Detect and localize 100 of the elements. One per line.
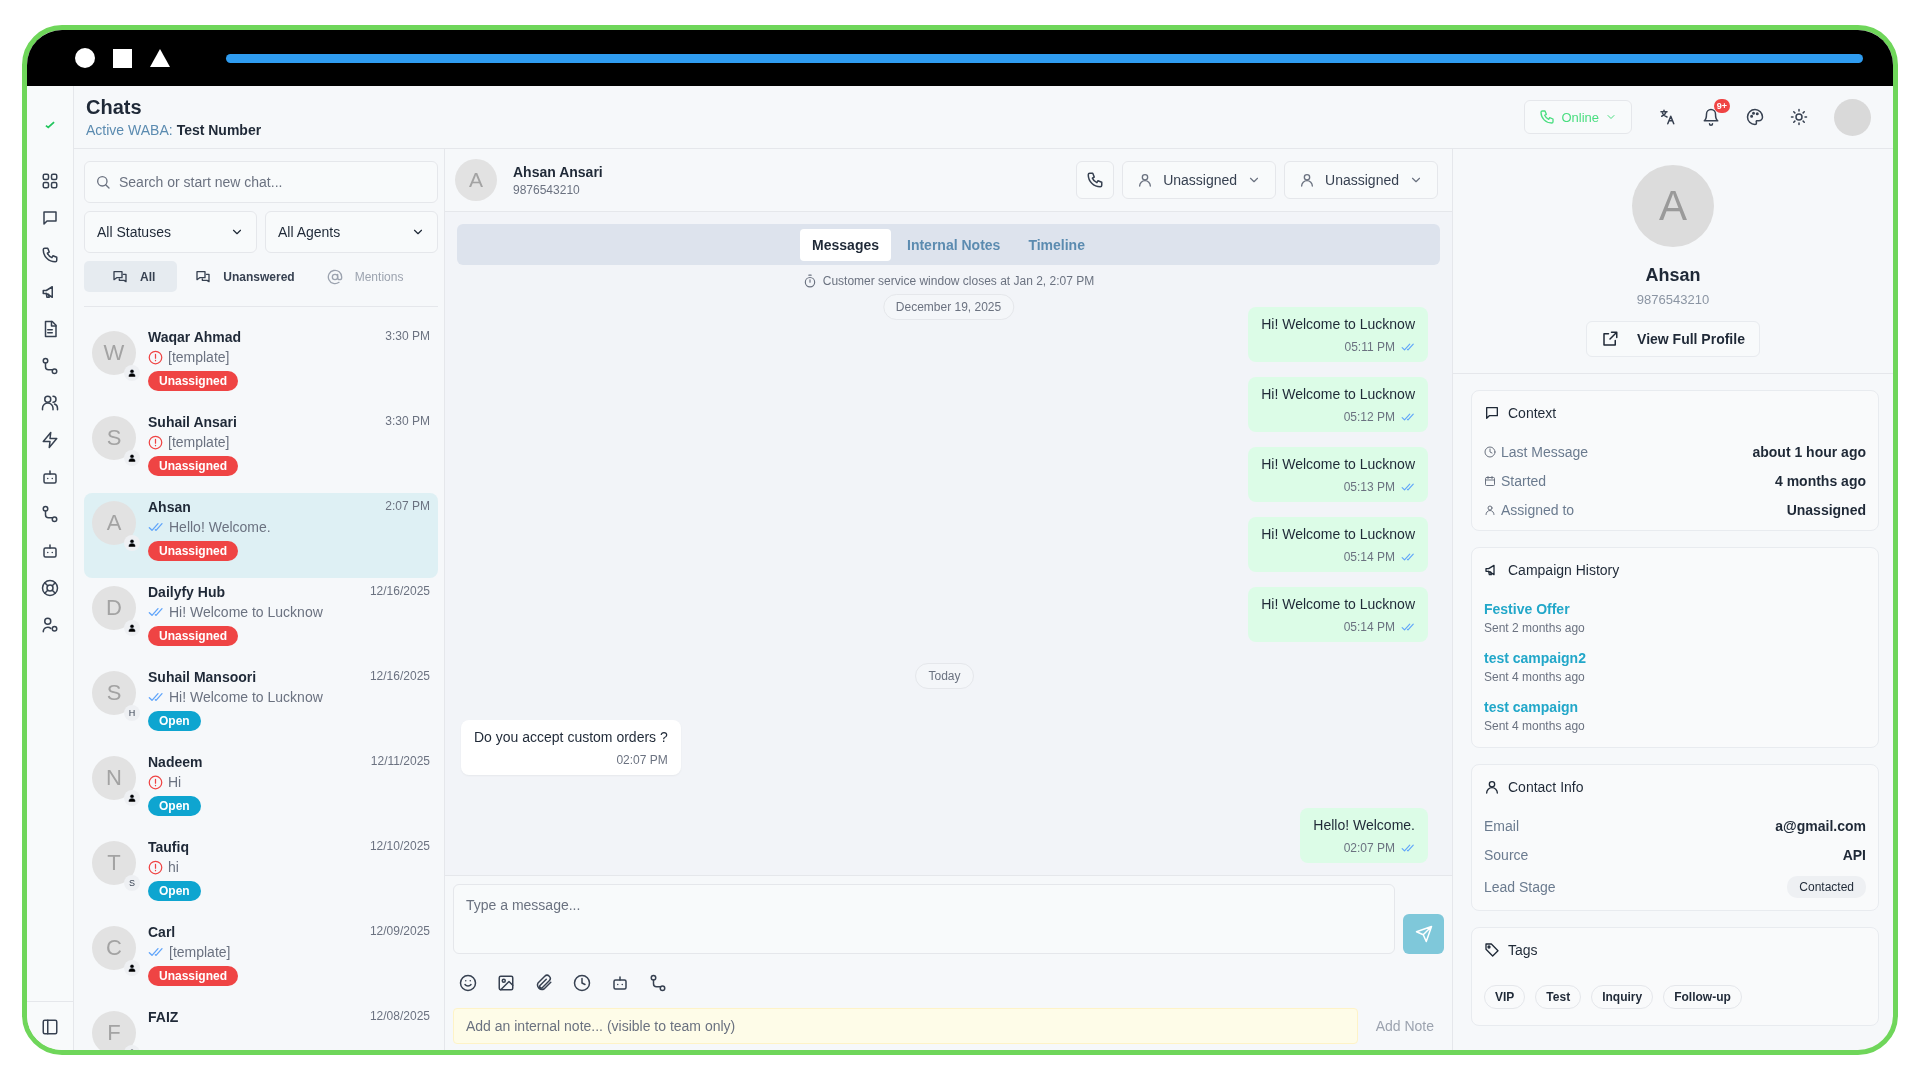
external-link-icon	[1601, 330, 1620, 348]
profile-avatar: A	[1632, 165, 1714, 247]
message-text: Hi! Welcome to Lucknow	[1261, 456, 1415, 472]
message-preview: [template]	[169, 944, 231, 960]
notification-icon[interactable]	[1702, 108, 1720, 126]
message-preview: hi	[168, 859, 179, 875]
route-icon[interactable]	[41, 505, 59, 523]
chat-list-item[interactable]: C Carl 12/09/2025 [template] Unassigned	[84, 918, 438, 1003]
lead-stage-badge: Contacted	[1787, 876, 1866, 898]
field-value: API	[1842, 847, 1866, 863]
status-badge: Unassigned	[148, 966, 238, 986]
image-icon[interactable]	[497, 974, 515, 992]
message-preview: Hi	[168, 774, 182, 790]
message-preview: Hi! Welcome to Lucknow	[169, 604, 323, 620]
lifebuoy-icon[interactable]	[41, 579, 59, 597]
route-icon[interactable]	[41, 357, 59, 375]
filter-dropdown[interactable]: All Statuses	[84, 211, 257, 253]
card-title: Tags	[1508, 942, 1538, 958]
route-icon[interactable]	[649, 974, 667, 992]
field-label: Assigned to	[1501, 502, 1575, 518]
contact-name: Suhail Ansari	[148, 414, 237, 430]
chat-list-item[interactable]: S Suhail Ansari 3:30 PM [template] Unassigned	[84, 408, 438, 493]
chat-icon	[1484, 405, 1500, 421]
chat-time: 12/16/2025	[369, 584, 430, 600]
theme-icon[interactable]	[1790, 108, 1808, 126]
user-settings-icon[interactable]	[41, 616, 59, 634]
message-preview: Hi! Welcome to Lucknow	[169, 689, 323, 705]
contact-avatar: S	[92, 416, 136, 460]
status-badge: Unassigned	[148, 456, 238, 476]
contact-name: Carl	[148, 924, 176, 940]
notification-badge: 9+	[1713, 99, 1730, 113]
emoji-icon[interactable]	[459, 974, 477, 992]
robot-icon[interactable]	[41, 468, 59, 486]
filter-tab[interactable]: Unanswered	[181, 261, 309, 292]
users-icon[interactable]	[41, 394, 59, 412]
campaign-sent-time: Sent 4 months ago	[1484, 719, 1586, 733]
message-time: 05:14 PM	[1343, 620, 1395, 634]
message-input[interactable]: Type a message...	[453, 884, 1395, 954]
at-sign-icon	[326, 268, 343, 285]
dashboard-icon[interactable]	[41, 172, 59, 190]
phone-icon[interactable]	[41, 246, 59, 264]
contact-name: Suhail Mansoori	[148, 669, 257, 685]
contact-avatar: A	[92, 501, 136, 545]
assign-dropdown[interactable]: Unassigned	[1122, 161, 1277, 199]
waba-label: Active WABA:	[86, 122, 173, 138]
agent-badge: H	[124, 705, 140, 721]
contact-name: Nadeem	[148, 754, 203, 770]
chat-list-item[interactable]: S H Suhail Mansoori 12/16/2025 Hi! Welcome to Lucknow Open	[84, 663, 438, 748]
tag-icon	[1484, 942, 1500, 958]
chat-list-item[interactable]: W Waqar Ahmad 3:30 PM [template] Unassigned	[84, 323, 438, 408]
contact-avatar: C	[92, 926, 136, 970]
message-text: Hi! Welcome to Lucknow	[1261, 386, 1415, 402]
contact-name: FAIZ	[148, 1009, 179, 1025]
field-label: Email	[1484, 818, 1519, 834]
status-badge: Unassigned	[148, 626, 238, 646]
card-title: Contact Info	[1508, 779, 1584, 795]
sidebar-toggle-icon[interactable]	[41, 1018, 59, 1036]
profile-phone: 9876543210	[1636, 292, 1710, 307]
paperclip-icon[interactable]	[535, 974, 553, 992]
chat-list-item[interactable]: T S Taufiq 12/10/2025 hi Open	[84, 833, 438, 918]
chat-list-item[interactable]: A Ahsan 2:07 PM Hello! Welcome. Unassigned	[84, 493, 438, 578]
chat-list-item[interactable]: D Dailyfy Hub 12/16/2025 Hi! Welcome to Lucknow Unassigned	[84, 578, 438, 663]
chat-icon[interactable]	[41, 209, 59, 227]
status-badge: Open	[148, 881, 201, 901]
profile-name: Ahsan	[1645, 265, 1701, 286]
search-field[interactable]: Search or start new chat...	[84, 161, 438, 203]
chat-list-item[interactable]: F FAIZ 12/08/2025	[84, 1003, 438, 1050]
chat-list-item[interactable]: N Nadeem 12/11/2025 Hi Open	[84, 748, 438, 833]
message-time: 02:07 PM	[1343, 841, 1395, 855]
circle-icon	[75, 48, 95, 68]
robot-icon[interactable]	[41, 542, 59, 560]
field-value: a@gmail.com	[1775, 818, 1866, 834]
robot-icon[interactable]	[611, 974, 629, 992]
contact-avatar: N	[92, 756, 136, 800]
message-preview: Hello! Welcome.	[169, 519, 271, 535]
call-button[interactable]	[1076, 161, 1115, 199]
contact-name: Taufiq	[148, 839, 189, 855]
message-text: Hello! Welcome.	[1313, 817, 1415, 833]
field-value: Unassigned	[1786, 502, 1866, 518]
palette-icon[interactable]	[1746, 108, 1764, 126]
view-profile-button[interactable]: View Full Profile	[1586, 321, 1760, 357]
field-value: about 1 hour ago	[1752, 444, 1866, 460]
contact-name: Ahsan	[148, 499, 191, 515]
view-tab[interactable]: Messages	[800, 228, 891, 261]
filter-dropdown[interactable]: All Agents	[265, 211, 438, 253]
contact-name: Waqar Ahmad	[148, 329, 242, 345]
status-badge: Open	[148, 796, 201, 816]
translate-icon[interactable]	[1658, 108, 1676, 126]
filter-tab[interactable]: All	[84, 261, 178, 292]
send-icon	[1414, 925, 1433, 943]
chat-time: 12/16/2025	[369, 669, 430, 685]
contact-avatar: D	[92, 586, 136, 630]
message-text: Hi! Welcome to Lucknow	[1261, 526, 1415, 542]
lightning-icon[interactable]	[41, 431, 59, 449]
agent-badge: S	[124, 875, 140, 891]
message-preview: [template]	[168, 349, 230, 365]
card-title: Campaign History	[1508, 562, 1620, 578]
phone-icon	[1539, 109, 1556, 125]
assign-dropdown[interactable]: Unassigned	[1284, 161, 1438, 199]
clock-icon[interactable]	[573, 974, 591, 992]
